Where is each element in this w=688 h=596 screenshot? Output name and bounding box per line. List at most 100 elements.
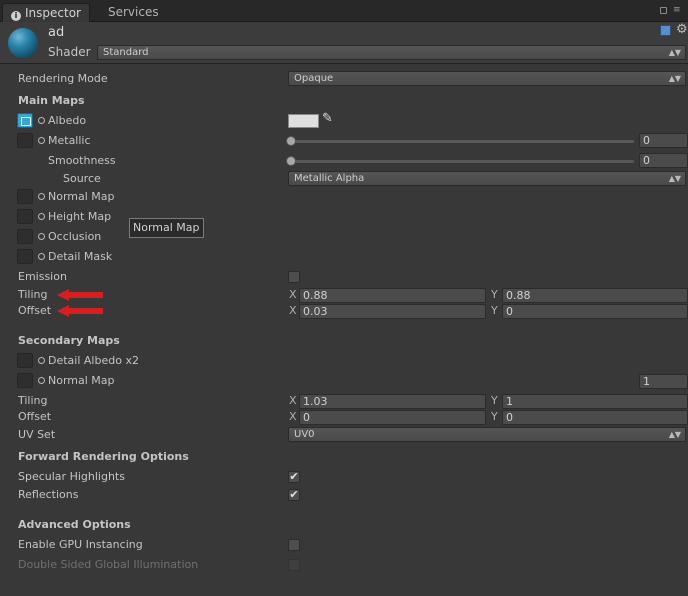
tiling-y-axis-label: Y — [491, 288, 498, 301]
uv-set-value: UV0 — [294, 429, 315, 440]
lock-icon[interactable] — [660, 7, 667, 14]
shader-value: Standard — [103, 47, 149, 58]
advanced-options-heading: Advanced Options — [18, 518, 131, 531]
eyedropper-icon[interactable]: ✎ — [322, 111, 333, 126]
secondary-offset-y-field[interactable]: 0 — [502, 410, 688, 425]
rendering-mode-value: Opaque — [294, 73, 334, 84]
smoothness-label: Smoothness — [48, 154, 116, 167]
secondary-offset-label: Offset — [18, 410, 52, 423]
material-preview-sphere — [8, 28, 38, 58]
offset-y-axis-label: Y — [491, 304, 498, 317]
texture-picker-icon[interactable] — [38, 213, 45, 220]
detail-mask-text: Detail Mask — [48, 250, 113, 263]
help-book-icon[interactable] — [660, 25, 671, 36]
texture-picker-icon[interactable] — [38, 233, 45, 240]
gpu-instancing-checkbox[interactable] — [288, 539, 300, 551]
double-sided-gi-checkbox — [288, 559, 300, 571]
info-icon: i — [11, 11, 21, 21]
occlusion-text: Occlusion — [48, 230, 102, 243]
shader-dropdown[interactable]: Standard ▲▼ — [97, 45, 686, 60]
secondary-offset-x-field[interactable]: 0 — [299, 410, 486, 425]
texture-picker-icon[interactable] — [38, 137, 45, 144]
smoothness-slider-handle[interactable] — [286, 156, 296, 166]
tab-bar: i Inspector Services ≡ — [0, 0, 688, 22]
metallic-slider-handle[interactable] — [286, 136, 296, 146]
gpu-instancing-label: Enable GPU Instancing — [18, 538, 143, 551]
secondary-tiling-y-field[interactable]: 1 — [502, 394, 688, 409]
source-label: Source — [63, 172, 101, 185]
source-dropdown[interactable]: Metallic Alpha ▲▼ — [288, 171, 686, 186]
offset-label: Offset — [18, 304, 52, 317]
dropdown-arrow-icon: ▲▼ — [668, 48, 681, 57]
main-maps-heading: Main Maps — [18, 94, 85, 107]
height-map-label: Height Map — [38, 209, 111, 225]
secondary-offset-x-axis-label: X — [289, 410, 297, 423]
specular-highlights-label: Specular Highlights — [18, 470, 125, 483]
texture-picker-icon[interactable] — [38, 253, 45, 260]
albedo-label: Albedo — [38, 113, 86, 129]
rendering-mode-label: Rendering Mode — [18, 72, 108, 85]
reflections-checkbox[interactable]: ✔ — [288, 489, 300, 501]
occlusion-texture-slot[interactable] — [17, 229, 33, 244]
menu-icon[interactable]: ≡ — [673, 5, 681, 15]
secondary-tiling-y-axis-label: Y — [491, 394, 498, 407]
albedo-color-swatch[interactable] — [288, 114, 319, 128]
specular-highlights-checkbox[interactable]: ✔ — [288, 471, 300, 483]
occlusion-label: Occlusion — [38, 229, 101, 245]
uv-set-label: UV Set — [18, 428, 56, 441]
tiling-label: Tiling — [18, 288, 48, 301]
smoothness-value-field[interactable]: 0 — [639, 153, 688, 168]
height-map-texture-slot[interactable] — [17, 209, 33, 224]
dropdown-arrow-icon: ▲▼ — [668, 74, 681, 83]
texture-picker-icon[interactable] — [38, 193, 45, 200]
dropdown-arrow-icon: ▲▼ — [668, 174, 681, 183]
texture-picker-icon[interactable] — [38, 377, 45, 384]
double-sided-gi-label: Double Sided Global Illumination — [18, 558, 199, 571]
secondary-tiling-label: Tiling — [18, 394, 48, 407]
detail-albedo-texture-slot[interactable] — [17, 353, 33, 368]
detail-mask-texture-slot[interactable] — [17, 249, 33, 264]
tiling-x-axis-label: X — [289, 288, 297, 301]
emission-checkbox[interactable] — [288, 271, 300, 283]
secondary-normal-scale-field[interactable]: 1 — [639, 374, 688, 389]
albedo-text: Albedo — [48, 114, 87, 127]
offset-x-field[interactable]: 0.03 — [299, 304, 486, 319]
tab-inspector[interactable]: i Inspector — [2, 3, 90, 22]
offset-y-field[interactable]: 0 — [502, 304, 688, 319]
secondary-normal-map-texture-slot[interactable] — [17, 373, 33, 388]
metallic-slider-track[interactable] — [290, 140, 634, 143]
red-arrow-annotation — [57, 289, 103, 301]
secondary-maps-heading: Secondary Maps — [18, 334, 120, 347]
texture-picker-icon[interactable] — [38, 357, 45, 364]
smoothness-slider-track[interactable] — [290, 160, 634, 163]
red-arrow-annotation — [57, 305, 103, 317]
offset-x-axis-label: X — [289, 304, 297, 317]
height-map-text: Height Map — [48, 210, 112, 223]
tab-services[interactable]: Services — [100, 3, 167, 22]
metallic-texture-slot[interactable] — [17, 133, 33, 148]
detail-albedo-label: Detail Albedo x2 — [38, 353, 139, 369]
rendering-mode-dropdown[interactable]: Opaque ▲▼ — [288, 71, 686, 86]
metallic-text: Metallic — [48, 134, 91, 147]
tooltip: Normal Map — [129, 218, 204, 238]
albedo-texture-slot[interactable] — [17, 113, 33, 128]
tiling-x-field[interactable]: 0.88 — [299, 288, 486, 303]
gear-icon[interactable]: ⚙ — [676, 22, 688, 37]
uv-set-dropdown[interactable]: UV0 ▲▼ — [288, 427, 686, 442]
shader-label: Shader — [48, 45, 91, 59]
secondary-tiling-x-field[interactable]: 1.03 — [299, 394, 486, 409]
source-value: Metallic Alpha — [294, 173, 365, 184]
secondary-tiling-x-axis-label: X — [289, 394, 297, 407]
metallic-value-field[interactable]: 0 — [639, 133, 688, 148]
tab-inspector-label: Inspector — [25, 6, 81, 20]
metallic-label: Metallic — [38, 133, 91, 149]
normal-map-texture-slot[interactable] — [17, 189, 33, 204]
material-name: ad — [48, 25, 65, 40]
emission-label: Emission — [18, 270, 67, 283]
dropdown-arrow-icon: ▲▼ — [668, 430, 681, 439]
tiling-y-field[interactable]: 0.88 — [502, 288, 688, 303]
normal-map-text: Normal Map — [48, 190, 115, 203]
texture-picker-icon[interactable] — [38, 117, 45, 124]
forward-rendering-heading: Forward Rendering Options — [18, 450, 189, 463]
reflections-label: Reflections — [18, 488, 79, 501]
